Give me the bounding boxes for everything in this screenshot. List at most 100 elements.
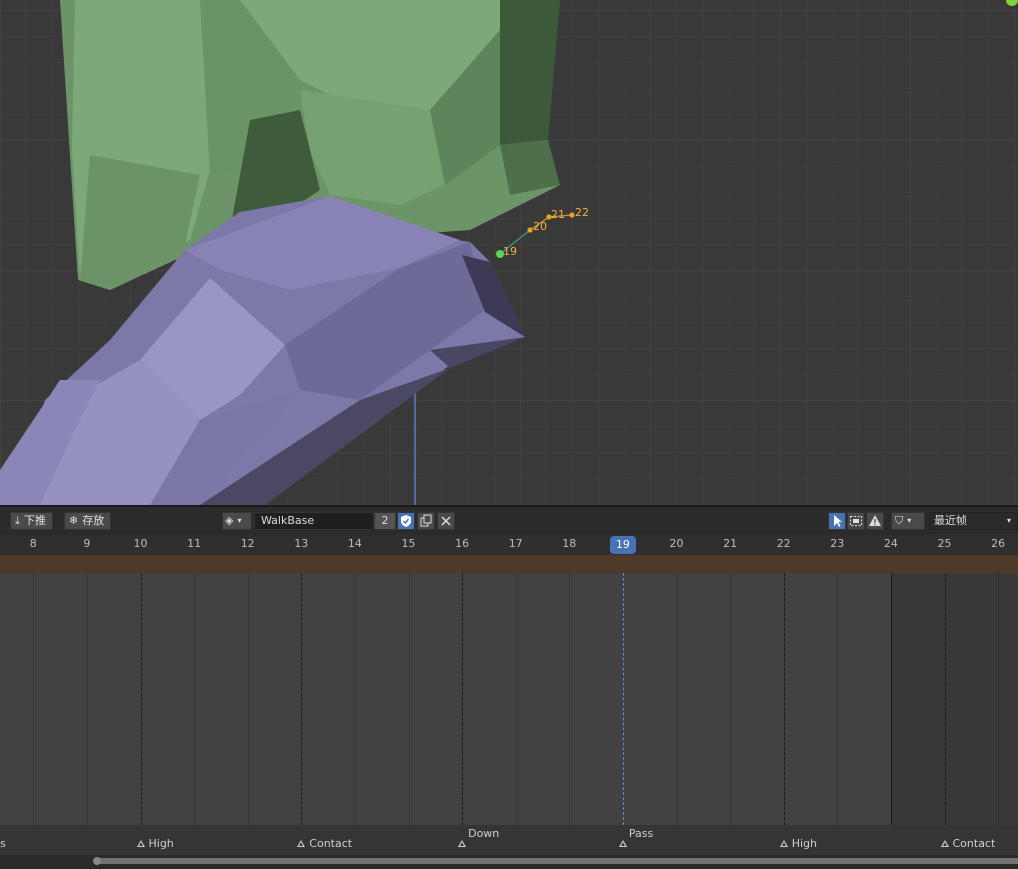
snowflake-icon: ❄ xyxy=(69,514,79,527)
chevron-down-icon: ▾ xyxy=(907,516,912,525)
push-down-button[interactable]: ⤓ 下推 xyxy=(10,512,53,530)
marker-label: High xyxy=(148,837,174,850)
out-of-range-overlay xyxy=(890,573,1018,825)
marker-triangle-icon xyxy=(618,840,627,847)
frame-gridline xyxy=(569,573,571,825)
marker-label: Contact xyxy=(952,837,996,850)
frame-gridline xyxy=(194,573,196,825)
frame-number: 14 xyxy=(347,537,362,550)
frame-number: 10 xyxy=(133,537,148,550)
marker-region[interactable]: ass High Contact Down Pass High Contact xyxy=(0,825,1018,855)
chevron-down-icon: ▾ xyxy=(1006,516,1011,525)
frame-number: 23 xyxy=(830,537,845,550)
frame-gridline xyxy=(354,573,356,825)
dopesheet-channel-region[interactable] xyxy=(0,573,1018,825)
frame-gridline xyxy=(408,573,410,825)
scroll-handle[interactable] xyxy=(93,857,101,865)
action-editor-header: ⤓ 下推 ❄ 存放 ◈ ▾ WalkBase 2 ⛉ ▾ 最近帧 ▾ xyxy=(0,505,1018,535)
frame-number: 25 xyxy=(937,537,952,550)
frame-number: 16 xyxy=(455,537,470,550)
marker-label: Contact xyxy=(309,837,353,850)
push-down-label: 下推 xyxy=(23,514,46,527)
frame-gridline xyxy=(730,573,732,825)
action-browse-dropdown[interactable]: ◈ ▾ xyxy=(222,512,252,530)
marker-triangle-icon xyxy=(297,840,306,847)
path-frame-label: 22 xyxy=(575,206,589,219)
chevron-down-icon: ▾ xyxy=(237,516,242,525)
frame-number: 21 xyxy=(723,537,738,550)
scroll-thumb[interactable] xyxy=(96,858,1018,864)
cursor-arrow-icon xyxy=(834,515,842,527)
marker-line xyxy=(783,573,785,825)
only-errors-toggle[interactable] xyxy=(866,512,884,530)
filter-icon: ⛉ xyxy=(895,514,904,527)
frame-number: 17 xyxy=(508,537,523,550)
frame-number: 11 xyxy=(187,537,202,550)
unlink-action-button[interactable] xyxy=(437,512,455,530)
frame-number: 26 xyxy=(991,537,1006,550)
frame-gridline xyxy=(515,573,517,825)
current-frame-line xyxy=(622,573,624,825)
dashed-box-icon xyxy=(850,516,862,526)
timeline-marker[interactable]: Down xyxy=(458,827,499,850)
marker-line xyxy=(140,573,142,825)
current-frame-indicator[interactable]: 19 xyxy=(609,536,636,554)
path-frame-label: 21 xyxy=(551,208,565,221)
frame-number: 20 xyxy=(669,537,684,550)
push-down-icon: ⤓ xyxy=(15,514,20,527)
fake-user-button[interactable] xyxy=(397,512,415,530)
filter-dropdown[interactable]: ⛉ ▾ xyxy=(891,512,925,530)
marker-label: High xyxy=(791,837,817,850)
frame-number: 12 xyxy=(240,537,255,550)
horizontal-scrollbar[interactable] xyxy=(0,855,1018,869)
show-hidden-toggle[interactable] xyxy=(847,512,865,530)
snap-mode-value: 最近帧 xyxy=(934,514,967,527)
motion-path-point xyxy=(527,227,533,233)
action-icon: ◈ xyxy=(225,514,234,527)
marker-line xyxy=(462,573,464,825)
frame-gridline xyxy=(33,573,35,825)
stash-button[interactable]: ❄ 存放 xyxy=(64,512,112,530)
timeline-marker[interactable]: Contact xyxy=(297,837,352,850)
timeline-marker[interactable]: Contact xyxy=(940,837,996,850)
path-frame-label: 20 xyxy=(533,220,547,233)
timeline-marker[interactable]: Pass xyxy=(618,827,653,850)
frame-number: 9 xyxy=(83,537,91,550)
timeline-marker[interactable]: ass xyxy=(0,837,6,850)
frame-gridline xyxy=(86,573,88,825)
marker-triangle-icon xyxy=(458,840,467,847)
marker-line xyxy=(301,573,303,825)
marker-triangle-icon xyxy=(136,840,145,847)
frame-gridline xyxy=(247,573,249,825)
viewport-canvas[interactable]: 19 20 21 22 xyxy=(0,0,1018,505)
frame-number: 13 xyxy=(294,537,309,550)
snap-mode-select[interactable]: 最近帧 ▾ xyxy=(929,512,1018,530)
frame-number: 22 xyxy=(776,537,791,550)
timeline-marker[interactable]: High xyxy=(136,837,174,850)
frame-number: 18 xyxy=(562,537,577,550)
marker-label: ass xyxy=(0,837,6,850)
marker-triangle-icon xyxy=(940,840,949,847)
marker-line xyxy=(944,573,946,825)
path-frame-label: 19 xyxy=(503,245,517,258)
frame-gridline xyxy=(676,573,678,825)
frame-number: 8 xyxy=(29,537,37,550)
new-action-button[interactable] xyxy=(417,512,435,530)
motion-path-point xyxy=(569,212,575,218)
summary-channel[interactable] xyxy=(0,555,1018,573)
duplicate-icon xyxy=(420,514,432,527)
frame-number: 24 xyxy=(883,537,898,550)
shield-icon xyxy=(401,515,411,527)
timeline-marker[interactable]: High xyxy=(779,837,817,850)
3d-viewport[interactable]: 19 20 21 22 xyxy=(0,0,1018,505)
frame-gridline xyxy=(837,573,839,825)
action-name-field[interactable]: WalkBase xyxy=(254,512,374,530)
only-selected-toggle[interactable] xyxy=(828,512,846,530)
marker-label: Down xyxy=(468,827,500,840)
action-user-count: 2 xyxy=(374,512,396,530)
frame-ruler[interactable]: 8 9 10 11 12 13 14 15 16 17 18 19 20 21 22 23 24 25 26 xyxy=(0,535,1018,555)
frame-number: 15 xyxy=(401,537,416,550)
warning-icon xyxy=(869,515,881,526)
marker-label: Pass xyxy=(628,827,654,840)
marker-triangle-icon xyxy=(779,840,788,847)
